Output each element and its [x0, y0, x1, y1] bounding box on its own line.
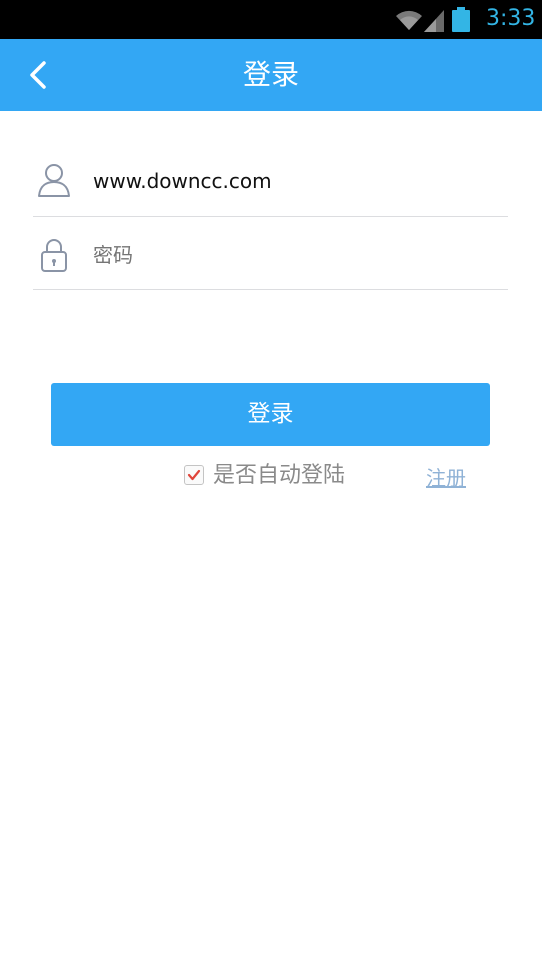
username-field [33, 144, 508, 217]
register-link[interactable]: 注册 [426, 464, 466, 492]
auto-login-label: 是否自动登陆 [213, 463, 346, 488]
signal-icon [424, 10, 444, 32]
password-field [33, 217, 508, 290]
password-input[interactable] [93, 237, 493, 273]
checkmark-icon [187, 469, 201, 481]
status-bar: 3:33 [0, 0, 542, 39]
page-title: 登录 [242, 58, 299, 91]
battery-icon [452, 7, 470, 32]
auto-login-checkbox[interactable] [184, 465, 204, 485]
wifi-icon [396, 10, 422, 30]
status-time: 3:33 [486, 6, 536, 31]
user-icon [38, 164, 70, 197]
lock-icon [41, 239, 67, 272]
login-button[interactable]: 登录 [51, 383, 490, 446]
title-bar: 登录 [0, 39, 542, 111]
chevron-left-icon[interactable] [26, 57, 52, 93]
username-input[interactable] [93, 163, 493, 199]
